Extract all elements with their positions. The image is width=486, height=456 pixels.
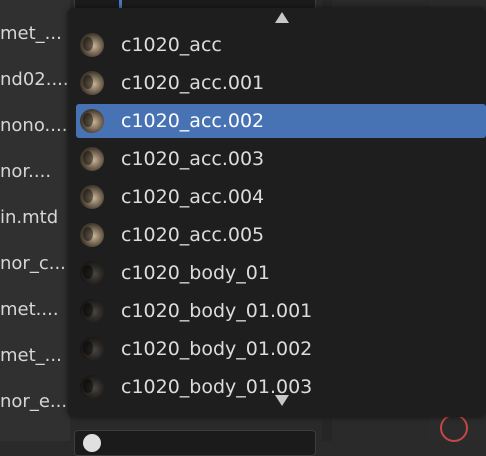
material-preview-icon (80, 299, 104, 323)
material-slot-list: met_... nd02.... nono.... nor.... in.mtd… (0, 0, 70, 441)
slot-item[interactable]: nono.... (0, 107, 67, 145)
dropdown-item[interactable]: c1020_acc.004 (76, 180, 486, 214)
slot-item[interactable]: nor_e... (0, 383, 67, 421)
dropdown-item-label: c1020_body_01.002 (121, 338, 313, 360)
dropdown-item[interactable]: c1020_acc (76, 28, 486, 62)
dropdown-item-label: c1020_acc.002 (121, 110, 265, 132)
slot-item[interactable]: in.mtd (0, 199, 58, 237)
material-preview-icon (80, 337, 104, 361)
dropdown-item-label: c1020_body_01.001 (121, 300, 313, 322)
material-preview-icon (83, 434, 101, 452)
material-preview-icon (80, 109, 104, 133)
dropdown-item[interactable]: c1020_acc.001 (76, 66, 486, 100)
dropdown-item[interactable]: c1020_acc.005 (76, 218, 486, 252)
triangle-down-icon[interactable] (275, 395, 289, 406)
slot-item[interactable]: met_... (0, 337, 62, 375)
slot-item[interactable]: nd02.... (0, 61, 69, 99)
material-preview-icon (80, 261, 104, 285)
dropdown-item-label: c1020_acc.001 (121, 72, 265, 94)
dropdown-item[interactable]: c1020_acc.003 (76, 142, 486, 176)
material-preview-icon (80, 375, 104, 399)
slot-item[interactable]: met.... (0, 291, 59, 329)
material-preview-icon (80, 33, 104, 57)
dropdown-item-label: c1020_acc.004 (121, 186, 265, 208)
slot-item[interactable]: nor.... (0, 153, 51, 191)
material-preview-icon (80, 147, 104, 171)
dropdown-item-label: c1020_acc.003 (121, 148, 265, 170)
material-selector-field[interactable] (74, 430, 316, 456)
material-preview-icon (80, 185, 104, 209)
globe-icon[interactable] (440, 414, 468, 442)
slot-item[interactable]: nor_c... (0, 245, 66, 283)
dropdown-item-selected[interactable]: c1020_acc.002 (76, 104, 486, 138)
triangle-up-icon[interactable] (275, 12, 289, 23)
dropdown-item[interactable]: c1020_body_01.002 (76, 332, 486, 366)
dropdown-item[interactable]: c1020_body_01 (76, 256, 486, 290)
material-dropdown: c1020_acc c1020_acc.001 c1020_acc.002 c1… (68, 8, 486, 417)
dropdown-item[interactable]: c1020_body_01.001 (76, 294, 486, 328)
dropdown-item-label: c1020_acc (121, 34, 222, 56)
slot-item[interactable]: met_... (0, 15, 62, 53)
material-preview-icon (80, 223, 104, 247)
material-preview-icon (80, 71, 104, 95)
dropdown-item-label: c1020_acc.005 (121, 224, 265, 246)
dropdown-item-label: c1020_body_01 (121, 262, 270, 284)
